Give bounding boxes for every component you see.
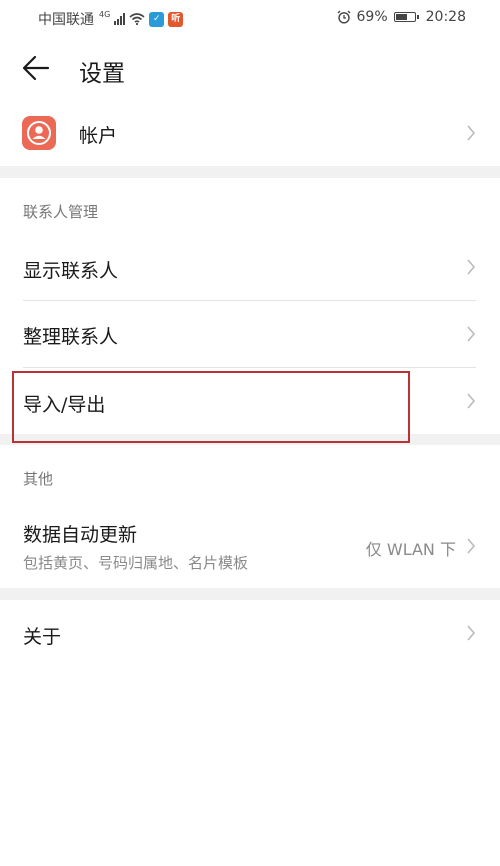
carrier-name: 中国联通	[38, 12, 94, 28]
about-row[interactable]: 关于	[0, 600, 500, 666]
display-contacts-label: 显示联系人	[23, 260, 119, 282]
account-label: 帐户	[79, 125, 118, 147]
app-header: 设置	[0, 34, 500, 100]
section-gap	[0, 588, 500, 600]
status-right: 69% 20:28	[337, 9, 466, 25]
clock-time: 20:28	[425, 9, 466, 25]
section-gap	[0, 434, 500, 445]
battery-level	[395, 14, 408, 20]
import-export-row[interactable]: 导入/导出	[0, 368, 500, 434]
import-export-label: 导入/导出	[23, 394, 106, 416]
organize-contacts-label: 整理联系人	[23, 326, 119, 348]
status-bar: 中国联通 4G ✓ 听 69% 20:28	[0, 0, 500, 34]
network-type: 4G	[99, 9, 111, 19]
auto-update-value: 仅 WLAN 下	[365, 540, 456, 559]
status-left: 中国联通 4G ✓ 听	[38, 9, 184, 29]
about-label: 关于	[23, 626, 62, 648]
signal-icon	[114, 13, 126, 25]
app-notification-icon: 听	[168, 11, 184, 27]
section-gap	[0, 166, 500, 178]
arrow-left-icon[interactable]	[20, 52, 52, 84]
battery-percent: 69%	[356, 9, 388, 25]
auto-update-label: 数据自动更新	[23, 524, 138, 546]
chevron-right-icon	[467, 125, 476, 141]
auto-update-subtitle: 包括黄页、号码归属地、名片模板	[23, 554, 249, 572]
alarm-clock-icon	[337, 10, 350, 24]
chevron-right-icon	[467, 393, 476, 409]
app-notification-icon: ✓	[149, 11, 165, 27]
wifi-icon	[129, 13, 145, 25]
organize-contacts-row[interactable]: 整理联系人	[0, 301, 500, 367]
account-row[interactable]: 帐户	[0, 100, 500, 166]
section-header-contacts: 联系人管理	[23, 203, 99, 221]
auto-update-row[interactable]: 数据自动更新 包括黄页、号码归属地、名片模板 仅 WLAN 下	[0, 500, 500, 588]
chevron-right-icon	[467, 538, 476, 554]
display-contacts-row[interactable]: 显示联系人	[0, 234, 500, 300]
battery-icon	[393, 12, 419, 22]
section-header-other: 其他	[23, 470, 54, 488]
chevron-right-icon	[467, 259, 476, 275]
chevron-right-icon	[467, 326, 476, 342]
chevron-right-icon	[467, 625, 476, 641]
account-person-icon	[22, 116, 56, 150]
page-title: 设置	[79, 61, 125, 87]
